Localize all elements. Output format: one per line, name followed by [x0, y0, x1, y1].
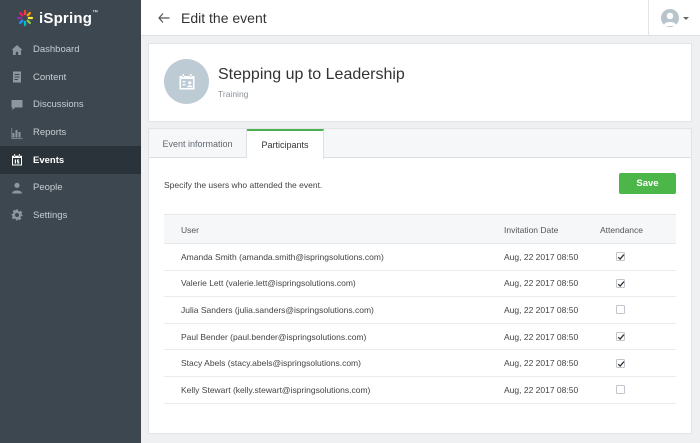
invitation-date: Aug, 22 2017 08:50: [504, 278, 579, 289]
event-type: Training: [218, 89, 249, 99]
checkmark-icon: [617, 281, 625, 287]
page-title: Edit the event: [181, 9, 267, 26]
home-icon: [11, 44, 23, 56]
user-menu[interactable]: [648, 0, 700, 36]
invitation-date: Aug, 22 2017 08:50: [504, 251, 579, 262]
column-header-user[interactable]: User: [181, 215, 199, 245]
participants-panel: Event information Participants Specify t…: [148, 128, 692, 434]
sidebar-item-label: Settings: [33, 209, 68, 221]
sidebar-item-events[interactable]: Events: [0, 146, 141, 174]
back-arrow-icon[interactable]: [157, 11, 171, 25]
participant-name: Kelly Stewart (kelly.stewart@ispringsolu…: [181, 384, 371, 395]
tab-participants[interactable]: Participants: [247, 129, 324, 159]
person-icon: [11, 182, 23, 194]
calendar-icon: [11, 154, 23, 166]
participant-name: Amanda Smith (amanda.smith@ispringsoluti…: [181, 251, 384, 262]
sidebar-item-reports[interactable]: Reports: [0, 119, 141, 147]
event-title: Stepping up to Leadership: [218, 66, 405, 83]
event-summary-card: Stepping up to Leadership Training: [148, 43, 692, 122]
attendance-checkbox[interactable]: [616, 278, 625, 288]
participants-table: User Invitation Date Attendance Amanda S…: [164, 214, 676, 404]
column-header-attendance[interactable]: Attendance: [600, 215, 643, 245]
table-row: Julia Sanders (julia.sanders@ispringsolu…: [164, 297, 676, 324]
attendance-checkbox[interactable]: [616, 358, 625, 368]
participant-name: Paul Bender (paul.bender@ispringsolution…: [181, 331, 367, 342]
checkmark-icon: [617, 254, 625, 261]
sidebar-item-label: People: [33, 182, 63, 194]
tab-bar: Event information Participants: [149, 129, 691, 159]
gear-icon: [11, 209, 23, 221]
sidebar-item-label: Dashboard: [33, 44, 80, 56]
tab-event-information[interactable]: Event information: [149, 129, 247, 158]
bar-chart-icon: [11, 127, 23, 139]
attendance-checkbox[interactable]: [616, 385, 625, 395]
avatar: [660, 9, 679, 27]
checkmark-icon: [617, 360, 625, 367]
sidebar-item-dashboard[interactable]: Dashboard: [0, 36, 141, 64]
attendance-checkbox[interactable]: [616, 305, 625, 315]
attendance-checkbox[interactable]: [616, 332, 625, 342]
document-icon: [11, 71, 23, 83]
save-button[interactable]: Save: [619, 173, 676, 194]
brand-logo[interactable]: iSpring™: [0, 0, 141, 36]
attendance-checkbox[interactable]: [616, 252, 625, 262]
instruction-text: Specify the users who attended the event…: [164, 180, 323, 190]
table-header: User Invitation Date Attendance: [164, 214, 676, 244]
table-row: Valerie Lett (valerie.lett@ispringsoluti…: [164, 271, 676, 298]
sidebar-item-discussions[interactable]: Discussions: [0, 91, 141, 119]
calendar-event-icon: [179, 73, 194, 89]
ispring-logo-icon: [16, 9, 34, 27]
invitation-date: Aug, 22 2017 08:50: [504, 304, 579, 315]
participant-name: Valerie Lett (valerie.lett@ispringsoluti…: [181, 278, 356, 289]
participant-name: Stacy Abels (stacy.abels@ispringsolution…: [181, 358, 361, 369]
sidebar-item-people[interactable]: People: [0, 174, 141, 202]
table-row: Amanda Smith (amanda.smith@ispringsoluti…: [164, 244, 676, 271]
invitation-date: Aug, 22 2017 08:50: [504, 384, 579, 395]
participant-name: Julia Sanders (julia.sanders@ispringsolu…: [181, 304, 374, 315]
table-row: Paul Bender (paul.bender@ispringsolution…: [164, 324, 676, 351]
sidebar-item-label: Discussions: [33, 99, 84, 111]
brand-name: iSpring™: [39, 9, 99, 27]
sidebar-item-content[interactable]: Content: [0, 64, 141, 92]
checkmark-icon: [617, 334, 625, 341]
sidebar-item-label: Reports: [33, 127, 67, 139]
sidebar-item-label: Events: [33, 154, 65, 166]
invitation-date: Aug, 22 2017 08:50: [504, 358, 579, 369]
table-row: Kelly Stewart (kelly.stewart@ispringsolu…: [164, 377, 676, 404]
column-header-invitation-date[interactable]: Invitation Date: [504, 215, 558, 245]
sidebar: iSpring™ Dashboard Content Discussions R…: [0, 0, 141, 443]
table-row: Stacy Abels (stacy.abels@ispringsolution…: [164, 350, 676, 377]
sidebar-nav: Dashboard Content Discussions Reports Ev…: [0, 36, 141, 229]
sidebar-item-label: Content: [33, 71, 67, 83]
sidebar-item-settings[interactable]: Settings: [0, 202, 141, 230]
top-header: Edit the event: [141, 0, 700, 36]
invitation-date: Aug, 22 2017 08:50: [504, 331, 579, 342]
event-thumbnail: [164, 59, 209, 104]
chevron-down-icon: [682, 16, 689, 20]
chat-icon: [11, 99, 23, 111]
